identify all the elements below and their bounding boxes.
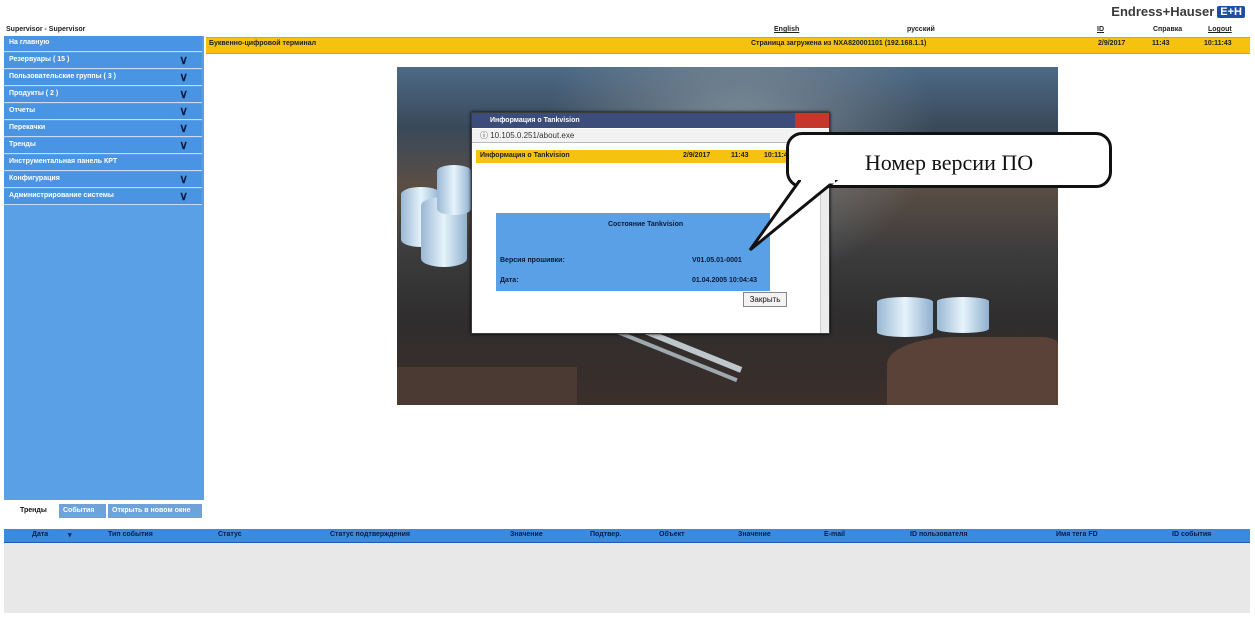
column-header[interactable]: E-mail [824, 531, 845, 538]
title-date: 2/9/2017 [1098, 40, 1126, 47]
column-header[interactable]: Значение [738, 531, 771, 538]
tab-trends[interactable]: Тренды [16, 504, 51, 518]
chevron-down-icon[interactable]: ∨ [179, 104, 188, 118]
dialog-titlebar: Информация о Tankvision [472, 113, 829, 128]
date-value: 01.04.2005 10:04:43 [692, 277, 757, 284]
chevron-down-icon[interactable]: ∨ [179, 70, 188, 84]
column-header[interactable]: Объект [659, 531, 685, 538]
chevron-down-icon[interactable]: ∨ [179, 53, 188, 67]
callout-tail [748, 180, 838, 252]
sidebar-item-label: Администрирование системы [9, 192, 114, 199]
column-header[interactable]: Дата [32, 531, 48, 538]
sidebar-item-label: Пользовательские группы ( 3 ) [9, 73, 116, 80]
sidebar-item-label: Отчеты [9, 107, 36, 114]
sidebar-item-label: На главную [9, 39, 50, 46]
language-current[interactable]: русский [907, 26, 935, 33]
page-title: Буквенно-цифровой терминал [209, 40, 317, 47]
column-header[interactable]: Подтвер. [590, 531, 621, 538]
column-header[interactable]: Статус [218, 531, 242, 538]
dialog-window-title: Информация о Tankvision [490, 117, 580, 124]
chevron-down-icon[interactable]: ∨ [179, 121, 188, 135]
dialog-header-bar: Информация о Tankvision 2/9/2017 11:43 1… [476, 150, 819, 163]
column-header[interactable]: Значение [510, 531, 543, 538]
sidebar: На главную Резервуары ( 15 ) ∨ Пользовате… [4, 36, 204, 500]
sidebar-item-label: Продукты ( 2 ) [9, 90, 59, 97]
chevron-down-icon[interactable]: ∨ [179, 138, 188, 152]
load-status: Страница загружена из NXA820001101 (192.… [751, 40, 927, 47]
date-label: Дата: [500, 277, 519, 284]
sidebar-item-configuration[interactable]: Конфигурация ∨ [4, 172, 202, 188]
page-title-bar: Буквенно-цифровой терминал Страница загр… [206, 37, 1250, 54]
sidebar-item-label: Перекачки [9, 124, 46, 131]
help-link[interactable]: Справка [1153, 26, 1182, 33]
sidebar-item-tanks[interactable]: Резервуары ( 15 ) ∨ [4, 53, 202, 69]
sidebar-item-reports[interactable]: Отчеты ∨ [4, 104, 202, 120]
firmware-version-value: V01.05.01-0001 [692, 257, 742, 264]
sidebar-item-products[interactable]: Продукты ( 2 ) ∨ [4, 87, 202, 103]
sidebar-item-label: Резервуары ( 15 ) [9, 56, 70, 63]
id-link[interactable]: ID [1097, 26, 1104, 33]
sidebar-item-label: Инструментальная панель КРТ [9, 158, 118, 165]
column-header[interactable]: Тип события [108, 531, 153, 538]
column-header[interactable]: ID события [1172, 531, 1211, 538]
tab-events[interactable]: События [59, 504, 106, 518]
brand-logo: Endress+Hauser E+H [1111, 4, 1245, 19]
column-header[interactable]: Имя тега FD [1056, 531, 1098, 538]
column-header[interactable]: ID пользователя [910, 531, 968, 538]
chevron-down-icon[interactable]: ∨ [179, 189, 188, 203]
close-button[interactable]: Закрыть [743, 292, 787, 307]
chevron-down-icon[interactable]: ∨ [179, 87, 188, 101]
status-panel: Состояние Tankvision Версия прошивки: V0… [496, 213, 770, 291]
window-close-icon[interactable] [795, 113, 829, 128]
tab-open-new-window[interactable]: Открыть в новом окне [108, 504, 202, 518]
user-label: Supervisor - Supervisor [6, 26, 86, 33]
sidebar-item-dashboard[interactable]: Инструментальная панель КРТ [4, 155, 202, 171]
sort-icon[interactable]: ▾ [68, 531, 72, 539]
sidebar-item-home[interactable]: На главную [4, 36, 202, 52]
events-grid-header: Дата ▾ Тип события Статус Статус подтвер… [4, 529, 1250, 543]
language-english-link[interactable]: English [774, 26, 799, 33]
logout-link[interactable]: Logout [1208, 26, 1232, 33]
dialog-address: 10.105.0.251/about.exe [490, 131, 575, 140]
events-grid-body [4, 543, 1250, 613]
sidebar-item-system-admin[interactable]: Администрирование системы ∨ [4, 189, 202, 205]
sidebar-item-transfers[interactable]: Перекачки ∨ [4, 121, 202, 137]
chevron-down-icon[interactable]: ∨ [179, 172, 188, 186]
sidebar-item-label: Тренды [9, 141, 36, 148]
title-time: 11:43 [1152, 40, 1170, 47]
brand-name: Endress+Hauser [1111, 4, 1215, 19]
dialog-header-time: 11:43 [731, 152, 749, 159]
sidebar-item-trends[interactable]: Тренды ∨ [4, 138, 202, 154]
column-header[interactable]: Статус подтверждения [330, 531, 410, 538]
sidebar-item-label: Конфигурация [9, 175, 60, 182]
brand-badge: E+H [1217, 5, 1245, 18]
firmware-version-label: Версия прошивки: [500, 257, 565, 264]
title-time-full: 10:11:43 [1204, 40, 1232, 47]
dialog-header-date: 2/9/2017 [683, 152, 711, 159]
address-bar: ⓘ 10.105.0.251/about.exe [472, 129, 829, 143]
sidebar-item-user-groups[interactable]: Пользовательские группы ( 3 ) ∨ [4, 70, 202, 86]
dialog-header-title: Информация о Tankvision [480, 152, 570, 159]
panel-title: Состояние Tankvision [608, 221, 684, 228]
info-icon: ⓘ [480, 131, 491, 140]
